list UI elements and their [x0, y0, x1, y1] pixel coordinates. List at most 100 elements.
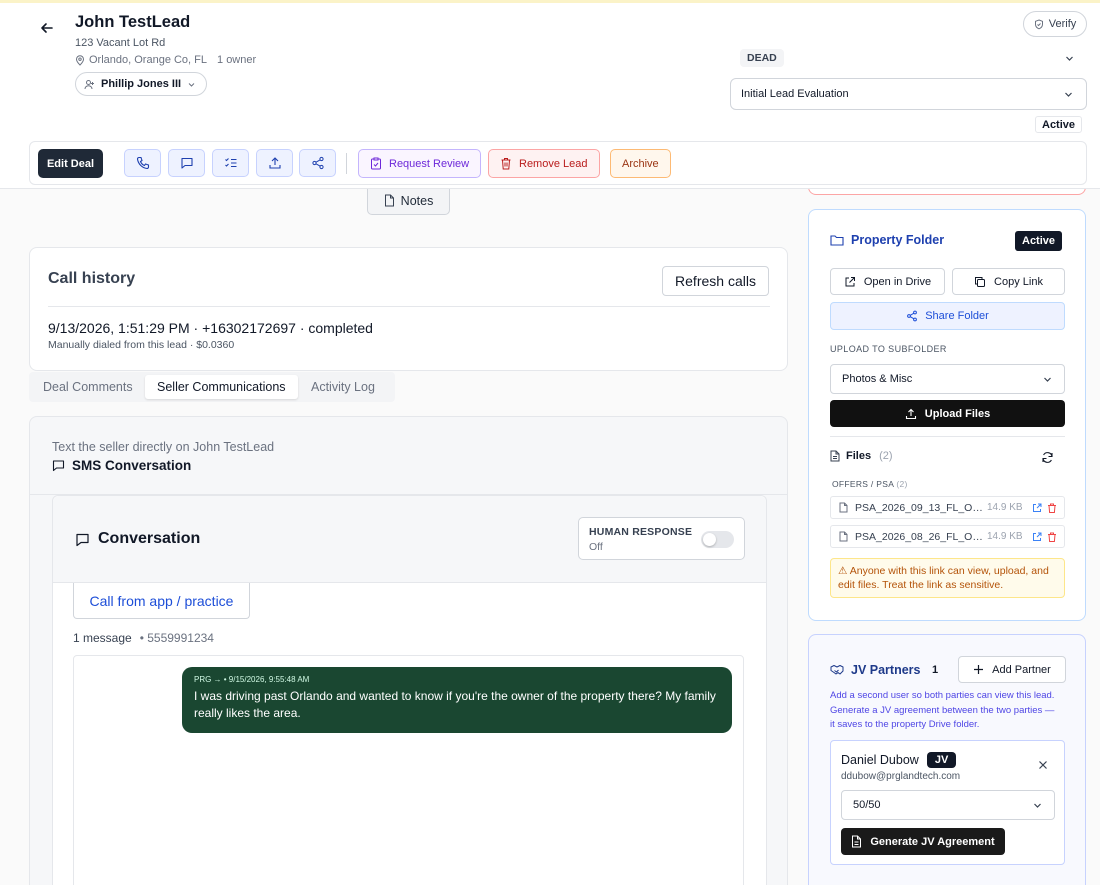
message-icon — [75, 532, 90, 547]
share-icon[interactable] — [299, 149, 336, 177]
archive-button[interactable]: Archive — [610, 149, 671, 178]
human-response-state: Off — [589, 541, 603, 553]
jv-description: Add a second user so both parties can vi… — [830, 690, 1055, 730]
add-partner-button[interactable]: Add Partner — [958, 656, 1066, 683]
upload-subfolder-label: UPLOAD TO SUBFOLDER — [830, 344, 947, 354]
call-entry: 9/13/2026, 1:51:29 PM · +16302172697 · c… — [48, 320, 373, 336]
conversation-header: Conversation HUMAN RESPONSE Off — [53, 496, 766, 583]
lead-city: Orlando, Orange Co, FL — [89, 54, 208, 66]
jv-partners-title: JV Partners — [830, 663, 920, 677]
files-count: (2) — [879, 450, 893, 462]
file-row[interactable]: PSA_2026_09_13_FL_Orange_123_Vacant_Lot_… — [830, 496, 1065, 519]
verify-button[interactable]: Verify — [1023, 11, 1087, 37]
human-response-label: HUMAN RESPONSE — [589, 526, 693, 538]
file-row[interactable]: PSA_2026_08_26_FL_Orange_123_Vacant_Lot_… — [830, 525, 1065, 548]
call-from-app-button[interactable]: Call from app / practice — [73, 583, 250, 619]
edit-deal-button[interactable]: Edit Deal — [38, 149, 103, 178]
verify-label: Verify — [1048, 18, 1077, 30]
chevron-down-icon — [1064, 53, 1075, 64]
file-icon — [839, 502, 848, 513]
open-in-drive-button[interactable]: Open in Drive — [830, 268, 945, 295]
refresh-calls-button[interactable]: Refresh calls — [662, 266, 769, 296]
back-arrow-icon[interactable] — [36, 17, 58, 39]
generate-jv-agreement-button[interactable]: Generate JV Agreement — [841, 828, 1005, 855]
user-icon — [84, 79, 95, 90]
chevron-down-icon — [187, 80, 196, 89]
file-size: 14.9 KB — [987, 502, 1023, 513]
jv-badge: JV — [926, 752, 957, 768]
plus-icon — [973, 664, 984, 675]
tab-activity-log[interactable]: Activity Log — [299, 375, 387, 399]
assignee-name: Phillip Jones III — [101, 78, 182, 90]
sms-title: SMS Conversation — [52, 458, 191, 473]
partner-email: ddubow@prglandtech.com — [841, 771, 961, 782]
close-icon[interactable] — [1036, 758, 1050, 772]
message-icon[interactable] — [168, 149, 205, 177]
partner-name-row: Daniel Dubow JV — [841, 752, 957, 768]
offers-psa-count: (2) — [896, 479, 908, 489]
copy-icon — [974, 276, 986, 288]
jv-partners-title-text: JV Partners — [851, 663, 921, 677]
divider — [48, 306, 770, 307]
file-name: PSA_2026_09_13_FL_Orange_123_Vacant_Lot_… — [855, 501, 983, 514]
tab-deal-comments[interactable]: Deal Comments — [31, 375, 145, 399]
upload-files-button[interactable]: Upload Files — [830, 400, 1065, 427]
file-icon — [839, 531, 848, 542]
share-folder-label: Share Folder — [925, 310, 989, 322]
call-history-card: Call history Refresh calls 9/13/2026, 1:… — [29, 247, 788, 371]
phone-icon[interactable] — [124, 149, 161, 177]
open-in-drive-label: Open in Drive — [863, 275, 932, 288]
chevron-down-icon — [1063, 89, 1074, 100]
stage-select[interactable]: Initial Lead Evaluation — [730, 78, 1087, 110]
status-dropdown[interactable]: DEAD — [730, 46, 1087, 70]
split-select[interactable]: 50/50 — [841, 790, 1055, 820]
divider — [830, 436, 1065, 437]
message-icon — [52, 459, 65, 472]
call-history-title: Call history — [48, 270, 136, 287]
human-response-control: HUMAN RESPONSE Off — [578, 517, 745, 560]
conversation-panel: Conversation HUMAN RESPONSE Off Call fro… — [52, 495, 767, 885]
subfolder-select[interactable]: Photos & Misc — [830, 364, 1065, 394]
property-folder-title-text: Property Folder — [851, 233, 945, 247]
assignee-dropdown[interactable]: Phillip Jones III — [75, 72, 208, 96]
sharing-warning: ⚠ Anyone with this link can view, upload… — [830, 558, 1065, 598]
tab-seller-communications[interactable]: Seller Communications — [145, 375, 298, 399]
handshake-icon — [830, 664, 844, 676]
partner-name: Daniel Dubow — [841, 753, 919, 767]
message-meta: PRG → • 9/15/2026, 9:55:48 AM — [194, 675, 310, 684]
refresh-icon[interactable] — [1038, 448, 1056, 466]
remove-lead-button[interactable]: Remove Lead — [488, 149, 600, 178]
split-value: 50/50 — [853, 799, 881, 811]
human-response-toggle[interactable] — [701, 531, 734, 548]
notes-button[interactable]: Notes — [367, 186, 450, 215]
checklist-icon[interactable] — [212, 149, 249, 177]
property-folder-title: Property Folder — [830, 233, 944, 247]
upload-files-label: Upload Files — [924, 407, 991, 420]
copy-link-button[interactable]: Copy Link — [952, 268, 1065, 295]
copy-link-label: Copy Link — [994, 275, 1043, 288]
external-link-icon[interactable] — [1032, 503, 1042, 513]
message-summary: 1 message • 5559991234 — [73, 631, 214, 645]
subfolder-value: Photos & Misc — [842, 373, 913, 385]
external-link-icon[interactable] — [1032, 532, 1042, 542]
comm-tabs: Deal Comments Seller Communications Acti… — [29, 372, 395, 402]
jv-partner-count: 1 — [932, 664, 939, 676]
message-bubble: PRG → • 9/15/2026, 9:55:48 AM I was driv… — [182, 667, 732, 733]
upload-icon[interactable] — [256, 149, 293, 177]
trash-icon — [500, 157, 512, 170]
sms-title-text: SMS Conversation — [72, 458, 192, 473]
message-text: I was driving past Orlando and wanted to… — [194, 689, 716, 720]
location-pin-icon — [75, 54, 85, 66]
share-folder-button[interactable]: Share Folder — [830, 302, 1065, 330]
lead-location: Orlando, Orange Co, FL 1 owner — [75, 54, 256, 66]
file-size: 14.9 KB — [987, 531, 1023, 542]
file-icon — [830, 450, 840, 462]
owner-count: 1 owner — [217, 54, 257, 66]
trash-icon[interactable] — [1047, 532, 1057, 542]
generate-jv-label: Generate JV Agreement — [870, 835, 995, 848]
folder-icon — [830, 234, 844, 246]
chevron-down-icon — [1032, 800, 1043, 811]
trash-icon[interactable] — [1047, 503, 1057, 513]
request-review-button[interactable]: Request Review — [358, 149, 482, 178]
upload-icon — [905, 408, 917, 420]
